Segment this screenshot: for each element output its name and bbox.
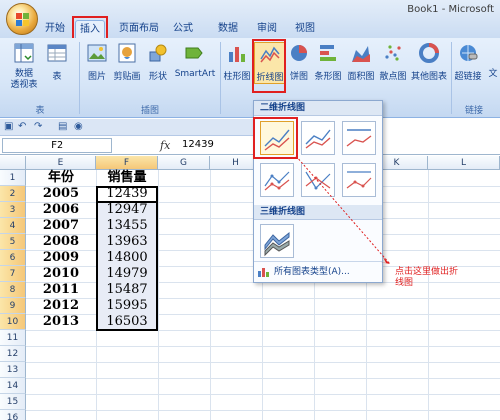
excel-window: 开始 插入 页面布局 公式 数据 审阅 视图 Book1 - Microsoft… xyxy=(0,0,500,420)
annotation-text: 点击这里做出折线图 xyxy=(395,267,459,288)
annotation-arrow-icon xyxy=(295,155,391,265)
